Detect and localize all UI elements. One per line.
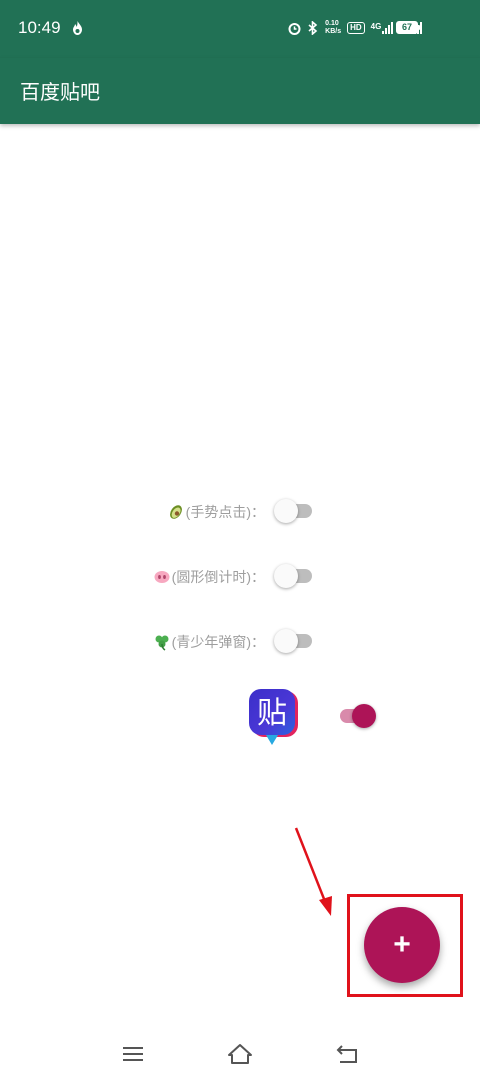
teen-popup-toggle[interactable] [272, 626, 316, 656]
status-bar: 10:49 0.10 KB/s HD 4G 5G 67 [0, 0, 480, 58]
add-fab-button[interactable]: + [364, 907, 440, 983]
option-teen-popup: (青少年弹窗)： [90, 626, 265, 656]
home-icon[interactable] [227, 1042, 253, 1066]
bluetooth-icon [308, 21, 318, 35]
shamrock-icon [155, 635, 169, 651]
back-icon[interactable] [334, 1042, 360, 1066]
net-speed: 0.10 KB/s [325, 20, 342, 35]
alarm-icon [288, 22, 301, 35]
tieba-app-toggle[interactable] [332, 701, 376, 731]
plus-icon: + [393, 928, 411, 961]
status-time: 10:49 [18, 18, 61, 37]
flame-icon [73, 21, 82, 35]
gesture-click-toggle[interactable] [272, 496, 316, 526]
battery-icon: 67 [396, 21, 421, 34]
tieba-app-icon: 贴 [248, 687, 300, 747]
signal-4g: 4G [371, 22, 394, 34]
option-circle-countdown: (圆形倒计时)： [90, 561, 265, 591]
svg-text:贴: 贴 [257, 696, 287, 731]
signal-bars-icon [382, 22, 394, 34]
annotation-arrow [294, 827, 332, 916]
system-nav-bar [0, 1024, 480, 1083]
circle-countdown-toggle[interactable] [272, 561, 316, 591]
option-label: (圆形倒计时)： [171, 569, 265, 585]
option-label: (手势点击)： [185, 504, 265, 520]
option-label: (青少年弹窗)： [171, 634, 265, 650]
option-gesture-click: (手势点击)： [100, 496, 265, 526]
avocado-icon [169, 505, 182, 519]
main-content: (手势点击)： (圆形倒计时)： (青少年弹窗)： 贴 + [0, 124, 480, 1024]
app-bar: 百度贴吧 [0, 58, 480, 124]
pig-nose-icon [154, 571, 170, 583]
page-title: 百度贴吧 [20, 82, 100, 104]
menu-icon[interactable] [120, 1042, 146, 1066]
hd-badge: HD [347, 22, 365, 34]
